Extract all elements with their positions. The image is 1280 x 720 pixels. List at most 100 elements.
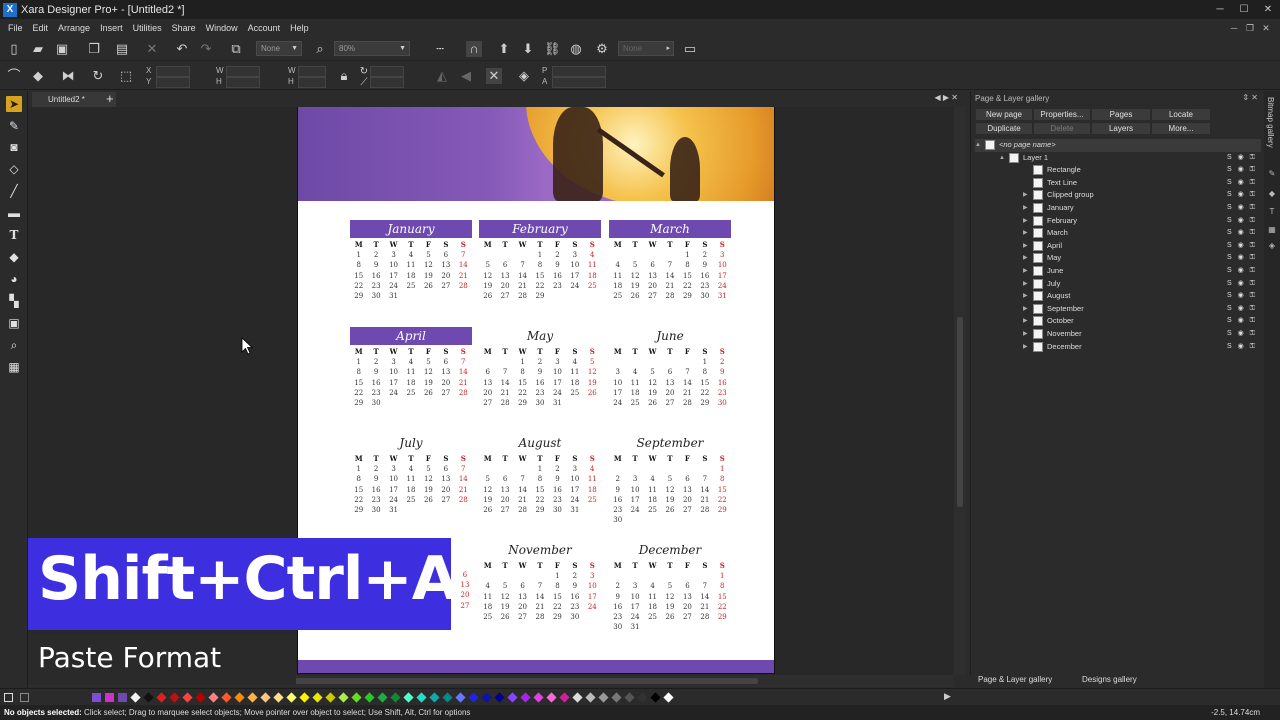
month-april[interactable]: April M T W T F S S 1 2 3 4 5 6 7 8 9 10 11 12 13 14 15 16 17 18 1… — [350, 327, 472, 408]
pages-button[interactable]: Pages — [1091, 108, 1151, 121]
color-swatch[interactable] — [585, 692, 596, 703]
layer-object-may[interactable]: ▶ May S ◉ ⚿ — [975, 252, 1261, 265]
menu-utilities[interactable]: Utilities — [133, 23, 162, 33]
transparency-tool-icon[interactable]: ◕ — [6, 271, 22, 287]
menu-account[interactable]: Account — [248, 23, 281, 33]
color-swatch[interactable] — [559, 692, 570, 703]
magnet-icon[interactable]: ∩ — [466, 41, 482, 57]
visibility-lock-icons[interactable]: S ◉ ⚿ — [1227, 290, 1257, 303]
tag-icon[interactable]: ◈ — [516, 68, 532, 84]
layer-object-april[interactable]: ▶ April S ◉ ⚿ — [975, 240, 1261, 253]
layer-object-july[interactable]: ▶ July S ◉ ⚿ — [975, 278, 1261, 291]
color-swatch[interactable] — [351, 692, 362, 703]
month-march[interactable]: March M T W T F S S 1 2 3 4 5 6 7 8 9 10 11 12 13 14 15 16 17 18 1… — [609, 220, 731, 301]
layer-object-january[interactable]: ▶ January S ◉ ⚿ — [975, 202, 1261, 215]
new-document-icon[interactable]: ▯ — [6, 41, 22, 57]
expand-arrow-icon[interactable]: ▶ — [1023, 227, 1028, 240]
color-swatch[interactable] — [455, 692, 466, 703]
layer-object-september[interactable]: ▶ September S ◉ ⚿ — [975, 303, 1261, 316]
shape-editor-icon[interactable]: ⌒ — [6, 68, 22, 84]
color-swatch[interactable] — [546, 692, 557, 703]
color-swatch[interactable] — [364, 692, 375, 703]
color-swatch[interactable] — [156, 692, 167, 703]
expand-arrow-icon[interactable]: ▶ — [1023, 303, 1028, 316]
w-field[interactable] — [226, 66, 260, 77]
month-june[interactable]: June M T W T F S S 1 2 3 4 5 6 7 8 9 10 11 12 13 14 15 16 17 18 19… — [609, 327, 731, 408]
color-swatch[interactable] — [572, 692, 583, 703]
color-swatch[interactable] — [105, 693, 114, 702]
menu-edit[interactable]: Edit — [33, 23, 49, 33]
more-button[interactable]: More... — [1151, 122, 1211, 135]
tab-scroll-arrows-icon[interactable]: ◀ ▶ ✕ — [935, 93, 958, 102]
month-august[interactable]: August M T W T F S S 1 2 3 4 5 6 7 8 9 10 11 12 13 14 15 16 17 18… — [479, 434, 601, 515]
bitmap-gallery-side-tab[interactable]: Bitmap gallery ✎ ◆ T ▦ ◈ — [1264, 91, 1280, 688]
menu-window[interactable]: Window — [206, 23, 238, 33]
side-fill-icon[interactable]: ◆ — [1267, 189, 1277, 199]
y-field[interactable] — [156, 77, 190, 88]
rectangle-tool-icon[interactable]: ▬ — [6, 205, 22, 221]
blend-icon[interactable]: ⧓ — [60, 68, 76, 84]
month-july[interactable]: July M T W T F S S 1 2 3 4 5 6 7 8 9 10 11 12 13 14 15 16 17 18 19… — [350, 434, 472, 515]
transform-icon[interactable]: ⧉ — [228, 41, 244, 57]
color-swatch[interactable] — [611, 692, 622, 703]
color-swatch[interactable] — [650, 692, 661, 703]
web-icon[interactable]: ◍ — [568, 41, 584, 57]
pen-tool-icon[interactable]: ╱ — [6, 183, 22, 199]
tab-page-layer-gallery[interactable]: Page & Layer gallery — [978, 675, 1052, 684]
color-swatch[interactable] — [637, 692, 648, 703]
position-field[interactable] — [552, 66, 606, 77]
duplicate-button[interactable]: Duplicate — [975, 122, 1033, 135]
tab-designs-gallery[interactable]: Designs gallery — [1082, 675, 1137, 684]
color-swatch[interactable] — [533, 692, 544, 703]
color-swatch[interactable] — [169, 692, 180, 703]
visibility-lock-icons[interactable]: S ◉ ⚿ — [1227, 240, 1257, 253]
fill-combo[interactable]: None ▼ — [256, 41, 302, 56]
color-swatch[interactable] — [416, 692, 427, 703]
h-field[interactable] — [226, 77, 260, 88]
doc-restore-icon[interactable]: ❐ — [1242, 23, 1258, 34]
lock-aspect-icon[interactable]: 🔒︎ — [336, 68, 352, 84]
color-swatch[interactable] — [130, 692, 141, 703]
layer-object-rectangle[interactable]: Rectangle S ◉ ⚿ — [975, 164, 1261, 177]
expand-arrow-icon[interactable]: ▶ — [1023, 315, 1028, 328]
visibility-lock-icons[interactable]: S ◉ ⚿ — [1227, 328, 1257, 341]
expand-arrow-icon[interactable]: ▲ — [975, 139, 981, 152]
layers-button[interactable]: Layers — [1091, 122, 1151, 135]
color-swatch[interactable] — [143, 692, 154, 703]
export-icon[interactable]: ⬆ — [496, 41, 512, 57]
month-may[interactable]: May M T W T F S S 1 2 3 4 5 6 7 8 9 10 11 12 13 14 15 16 17 18 19 2… — [479, 327, 601, 408]
scale-lines-icon[interactable]: ✕ — [486, 68, 502, 84]
visibility-lock-icons[interactable]: S ◉ ⚿ — [1227, 252, 1257, 265]
visibility-lock-icons[interactable]: S ◉ ⚿ — [1227, 341, 1257, 354]
rotation-field[interactable] — [370, 66, 404, 77]
color-swatch[interactable] — [247, 692, 258, 703]
visibility-lock-icons[interactable]: S ◉ ⚿ — [1227, 215, 1257, 228]
expand-arrow-icon[interactable]: ▶ — [1023, 265, 1028, 278]
minimize-icon[interactable]: ─ — [1208, 0, 1232, 19]
close-icon[interactable]: ✕ — [1256, 0, 1280, 19]
color-swatch[interactable] — [403, 692, 414, 703]
photo-tool-icon[interactable]: ◙ — [6, 139, 22, 155]
expand-arrow-icon[interactable]: ▲ — [999, 152, 1005, 165]
w-percent-field[interactable] — [298, 66, 326, 77]
side-grid-icon[interactable]: ▦ — [1267, 225, 1277, 235]
layer-row[interactable]: ▲ Layer 1 S ◉ ⚿ — [975, 152, 1261, 165]
fill-tool-icon[interactable]: ◆ — [6, 249, 22, 265]
color-swatch[interactable] — [468, 692, 479, 703]
skew-field[interactable] — [370, 77, 404, 88]
visibility-lock-icons[interactable]: S ◉ ⚿ — [1227, 164, 1257, 177]
color-swatch[interactable] — [118, 693, 127, 702]
expand-arrow-icon[interactable]: ▶ — [1023, 341, 1028, 354]
h-percent-field[interactable] — [298, 77, 326, 88]
color-swatch[interactable] — [390, 692, 401, 703]
color-swatch[interactable] — [208, 692, 219, 703]
zoom-combo[interactable]: 80% ▼ — [334, 41, 410, 56]
vertical-scroll-thumb[interactable] — [957, 317, 963, 507]
rotate-icon[interactable]: ↻ — [90, 68, 106, 84]
layer-object-march[interactable]: ▶ March S ◉ ⚿ — [975, 227, 1261, 240]
freehand-tool-icon[interactable]: ✎ — [6, 118, 22, 134]
page-row[interactable]: ▲ <no page name> — [975, 139, 1261, 152]
month-september[interactable]: September M T W T F S S 1 2 3 4 5 6 7 8 9 10 11 12 13 14 15 16 1… — [609, 434, 731, 525]
menu-help[interactable]: Help — [290, 23, 309, 33]
color-swatch[interactable] — [598, 692, 609, 703]
